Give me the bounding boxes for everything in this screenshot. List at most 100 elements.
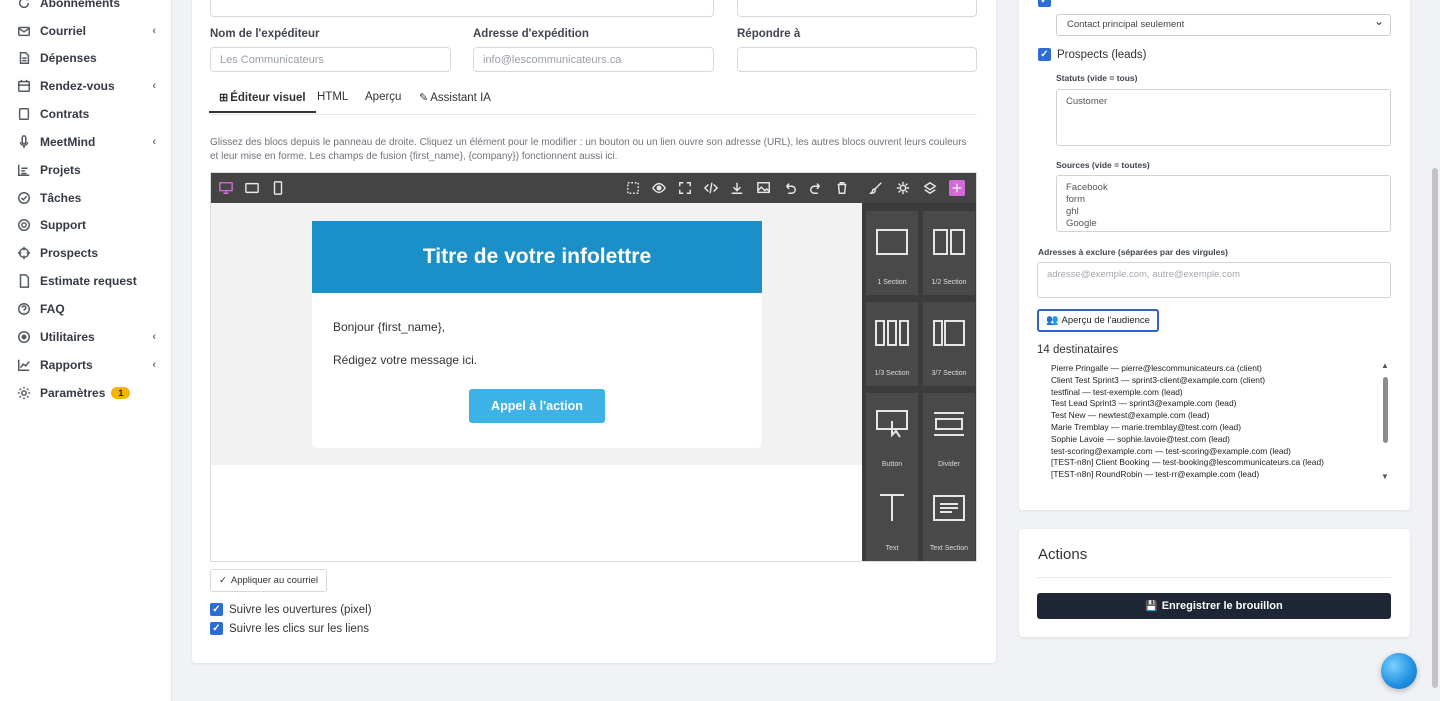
page-scrollbar[interactable] [1430, 0, 1440, 701]
crosshair-icon [16, 245, 32, 261]
sidebar-item-meetmind[interactable]: MeetMind ‹ [16, 131, 162, 153]
sidebar-item-projets[interactable]: Projets [16, 159, 162, 181]
source-option[interactable]: ghl [1066, 206, 1381, 218]
sender-name-label: Nom de l'expéditeur [210, 28, 320, 40]
source-option[interactable]: Google [1066, 218, 1381, 230]
tab-ai-assistant[interactable]: ✎ Assistant IA [419, 91, 491, 105]
sender-name-input[interactable]: Les Communicateurs [210, 47, 451, 72]
page-scroll-thumb[interactable] [1432, 168, 1438, 688]
sidebar-item-taches[interactable]: Tâches [16, 187, 162, 209]
sidebar-item-label: Projets [40, 163, 81, 177]
recipient-list-scrollbar[interactable]: ▲ ▼ [1380, 361, 1390, 481]
sidebar-item-estimate-request[interactable]: Estimate request [16, 270, 162, 292]
sources-multiselect[interactable]: Facebook form ghl Google [1056, 175, 1391, 232]
chevron-left-icon: ‹ [152, 359, 156, 371]
prospects-checkbox[interactable]: ✓ [1038, 48, 1051, 61]
block-1-2-section[interactable]: 1/2 Section [923, 211, 975, 295]
chat-bubble-button[interactable] [1381, 653, 1417, 689]
source-option[interactable]: form [1066, 194, 1381, 206]
block-label: 1/3 Section [874, 370, 910, 377]
block-text[interactable]: Text [866, 477, 918, 561]
block-divider[interactable]: Divider [923, 393, 975, 477]
sidebar-item-rapports[interactable]: Rapports ‹ [16, 354, 162, 376]
sidebar-item-parametres[interactable]: Paramètres 1 [16, 382, 162, 404]
eye-icon[interactable] [651, 180, 667, 196]
desktop-view-icon[interactable] [218, 180, 234, 196]
add-block-icon[interactable] [949, 180, 965, 196]
settings-icon[interactable] [895, 180, 911, 196]
mobile-view-icon[interactable] [270, 180, 286, 196]
sidebar-item-faq[interactable]: FAQ [16, 298, 162, 320]
recipient-list[interactable]: Pierre Pringalle — pierre@lescommunicate… [1051, 363, 1377, 481]
tab-preview[interactable]: Aperçu [365, 91, 401, 103]
sidebar-item-rendez-vous[interactable]: Rendez-vous ‹ [16, 75, 162, 97]
apply-to-email-button[interactable]: ✓ Appliquer au courriel [210, 569, 327, 592]
track-opens-checkbox[interactable]: ✓ [210, 603, 223, 616]
status-option[interactable]: Customer [1066, 96, 1381, 108]
tab-visual-editor[interactable]: ⊞ Éditeur visuel [209, 91, 316, 113]
sidebar-item-depenses[interactable]: Dépenses [16, 47, 162, 69]
sidebar-item-abonnements[interactable]: Abonnements [16, 0, 162, 14]
sidebar-item-support[interactable]: Support [16, 214, 162, 236]
refresh-icon [16, 0, 32, 11]
list-item: Test Lead Sprint3 — sprint3@example.com … [1051, 398, 1237, 409]
chevron-left-icon: ‹ [152, 80, 156, 92]
exclude-textarea[interactable]: adresse@exemple.com, autre@exemple.com [1037, 262, 1391, 298]
scroll-up-icon[interactable]: ▲ [1381, 361, 1389, 370]
sidebar-item-courriel[interactable]: Courriel ‹ [16, 20, 162, 42]
subject-input[interactable] [210, 0, 714, 17]
audience-preview-button[interactable]: 👥 Aperçu de l'audience [1037, 309, 1159, 332]
code-icon[interactable] [703, 180, 719, 196]
track-clicks-checkbox[interactable]: ✓ [210, 622, 223, 635]
sidebar-item-utilitaires[interactable]: Utilitaires ‹ [16, 326, 162, 348]
layers-icon[interactable] [922, 180, 938, 196]
divider-icon [934, 412, 964, 436]
brush-icon[interactable] [868, 180, 884, 196]
actions-title: Actions [1038, 546, 1088, 563]
audience-preview-label: Aperçu de l'audience [1061, 315, 1150, 326]
list-item: Pierre Pringalle — pierre@lescommunicate… [1051, 363, 1262, 373]
editor-help-text: Glissez des blocs depuis le panneau de d… [210, 137, 967, 162]
sidebar-item-prospects[interactable]: Prospects [16, 242, 162, 264]
newsletter-title[interactable]: Titre de votre infolettre [312, 221, 762, 293]
block-button[interactable]: Button [866, 393, 918, 477]
block-3-7-section[interactable]: 3/7 Section [923, 302, 975, 386]
tablet-view-icon[interactable] [244, 180, 260, 196]
users-icon: 👥 [1046, 315, 1059, 326]
prospects-label: Prospects (leads) [1057, 48, 1147, 61]
document-icon [16, 273, 32, 289]
list-item: Client Test Sprint3 — sprint3-client@exa… [1051, 374, 1266, 385]
scroll-thumb[interactable] [1383, 377, 1388, 443]
check-icon: ✓ [218, 575, 227, 586]
newsletter-message[interactable]: Rédigez votre message ici. [333, 353, 477, 367]
block-1-3-section[interactable]: 1/3 Section [866, 302, 918, 386]
track-clicks-row[interactable]: ✓ Suivre les clics sur les liens [210, 622, 369, 635]
undo-icon[interactable] [782, 180, 798, 196]
tab-html[interactable]: HTML [317, 91, 348, 103]
block-1-section[interactable]: 1 Section [866, 211, 918, 295]
contact-select[interactable]: Contact principal seulement [1056, 14, 1391, 36]
list-item: testfinal — test-exemple.com (lead) [1051, 386, 1183, 397]
trash-icon[interactable] [834, 180, 850, 196]
redo-icon[interactable] [808, 180, 824, 196]
save-draft-button[interactable]: 💾 Enregistrer le brouillon [1037, 593, 1391, 619]
download-icon[interactable] [729, 180, 745, 196]
image-icon[interactable] [756, 180, 772, 196]
block-label: 3/7 Section [931, 370, 967, 377]
outline-icon[interactable] [625, 180, 641, 196]
scroll-down-icon[interactable]: ▼ [1381, 472, 1389, 481]
sidebar-item-contrats[interactable]: Contrats [16, 103, 162, 125]
source-option[interactable]: Facebook [1066, 182, 1381, 194]
newsletter-greeting[interactable]: Bonjour {first_name}, [333, 320, 445, 334]
clients-checkbox[interactable]: ✓ [1038, 0, 1051, 7]
track-opens-row[interactable]: ✓ Suivre les ouvertures (pixel) [210, 603, 372, 616]
status-multiselect[interactable]: Customer [1056, 89, 1391, 146]
newsletter-cta-button[interactable]: Appel à l'action [469, 389, 605, 423]
question-icon [16, 301, 32, 317]
reply-to-input[interactable] [737, 47, 977, 72]
sender-address-input[interactable]: info@lescommunicateurs.ca [473, 47, 714, 72]
fullscreen-icon[interactable] [677, 180, 693, 196]
prospects-row[interactable]: ✓ Prospects (leads) [1038, 48, 1146, 61]
block-text-section[interactable]: Text Section [923, 477, 975, 561]
preheader-input[interactable] [737, 0, 977, 17]
